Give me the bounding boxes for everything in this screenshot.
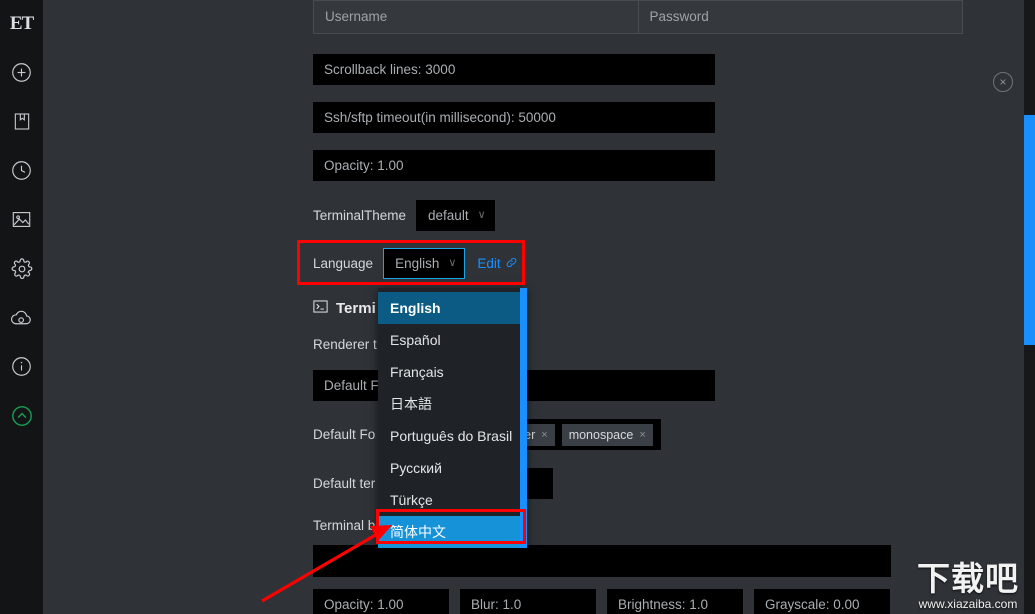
- watermark: 下载吧 www.xiazaiba.com: [904, 556, 1032, 612]
- watermark-title: 下载吧: [917, 559, 1019, 598]
- terminal-background-label: Terminal b: [313, 518, 376, 533]
- close-button[interactable]: ×: [993, 72, 1013, 92]
- terminal-section-title: Termi: [336, 300, 376, 317]
- language-option-japanese[interactable]: 日本語: [378, 388, 527, 420]
- settings-panel: Username Password Scrollback lines: 3000…: [43, 0, 1035, 614]
- terminal-theme-label: TerminalTheme: [313, 208, 407, 223]
- close-icon[interactable]: ×: [541, 424, 547, 446]
- language-option-english[interactable]: English: [378, 292, 527, 324]
- language-label: Language: [313, 256, 374, 271]
- ssh-timeout-row: Ssh/sftp timeout(in millisecond): 50000: [313, 102, 973, 133]
- language-dropdown-menu[interactable]: English Español Français 日本語 Português d…: [378, 288, 527, 548]
- bg-opacity-input[interactable]: Opacity: 1.00: [313, 589, 449, 614]
- ssh-timeout-input[interactable]: Ssh/sftp timeout(in millisecond): 50000: [313, 102, 715, 133]
- sidebar-item-new-connection[interactable]: [0, 48, 43, 97]
- sidebar-item-app-logo[interactable]: ET: [0, 0, 43, 48]
- terminal-theme-value: default: [428, 208, 469, 223]
- page-scrollbar-thumb[interactable]: [1024, 115, 1035, 345]
- language-option-francais[interactable]: Français: [378, 356, 527, 388]
- username-input[interactable]: Username: [314, 1, 639, 33]
- bookmark-icon: [12, 111, 32, 132]
- scrollback-lines-input[interactable]: Scrollback lines: 3000: [313, 54, 715, 85]
- bg-brightness-input[interactable]: Brightness: 1.0: [607, 589, 743, 614]
- image-icon: [11, 210, 32, 229]
- link-icon: [505, 256, 518, 272]
- terminal-theme-row: TerminalTheme default ∨: [313, 200, 973, 231]
- language-row: Language English ∨ Edit: [313, 248, 973, 279]
- terminal-theme-select[interactable]: default ∨: [416, 200, 495, 231]
- language-option-portugues[interactable]: Português do Brasil: [378, 420, 527, 452]
- clock-icon: [11, 160, 32, 181]
- left-sidebar: ET: [0, 0, 43, 614]
- language-option-espanol[interactable]: Español: [378, 324, 527, 356]
- console-icon: [313, 299, 328, 318]
- font-tag[interactable]: monospace ×: [561, 423, 653, 446]
- renderer-type-label: Renderer t: [313, 337, 377, 352]
- bg-grayscale-input[interactable]: Grayscale: 0.00: [754, 589, 890, 614]
- page-scrollbar-track[interactable]: [1024, 0, 1035, 614]
- scrollback-row: Scrollback lines: 3000: [313, 54, 973, 85]
- terminal-background-preview[interactable]: [313, 545, 973, 577]
- sidebar-item-upgrade[interactable]: [0, 391, 43, 440]
- gear-icon: [11, 257, 33, 280]
- language-option-turkce[interactable]: Türkçe: [378, 484, 527, 516]
- edit-language-link[interactable]: Edit: [477, 256, 517, 272]
- chevron-up-circle-icon: [11, 405, 33, 427]
- opacity-input[interactable]: Opacity: 1.00: [313, 150, 715, 181]
- password-input[interactable]: Password: [638, 1, 962, 33]
- plus-circle-icon: [11, 62, 32, 83]
- sidebar-item-about[interactable]: [0, 342, 43, 391]
- dropdown-scrollbar[interactable]: [520, 288, 527, 548]
- chevron-down-icon: ∨: [477, 209, 486, 221]
- sidebar-item-settings[interactable]: [0, 244, 43, 293]
- close-icon[interactable]: ×: [639, 424, 645, 446]
- app-window: ET Username Password Scrollback lines: 3…: [0, 0, 1035, 614]
- font-tag-label: monospace: [568, 427, 634, 442]
- default-fonts-label: Default Fo: [313, 427, 376, 442]
- edit-link-label: Edit: [477, 256, 501, 271]
- info-circle-icon: [11, 356, 32, 377]
- chevron-down-icon: ∨: [448, 257, 457, 269]
- sidebar-item-bookmarks[interactable]: [0, 97, 43, 146]
- terminal-background-input[interactable]: [313, 545, 891, 577]
- cloud-icon: [10, 309, 33, 327]
- close-icon: ×: [999, 75, 1007, 89]
- sidebar-item-history[interactable]: [0, 146, 43, 195]
- opacity-row: Opacity: 1.00: [313, 150, 973, 181]
- electerm-logo: ET: [9, 13, 34, 34]
- sidebar-item-backgrounds[interactable]: [0, 195, 43, 244]
- default-terminal-label: Default ter: [313, 476, 376, 491]
- background-adjust-row: Opacity: 1.00 Blur: 1.0 Brightness: 1.0 …: [313, 589, 973, 614]
- language-option-simplified-chinese[interactable]: 简体中文: [378, 516, 527, 548]
- language-option-russian[interactable]: Русский: [378, 452, 527, 484]
- bg-blur-input[interactable]: Blur: 1.0: [460, 589, 596, 614]
- credentials-row: Username Password: [313, 0, 973, 34]
- watermark-url: www.xiazaiba.com: [918, 597, 1018, 611]
- sidebar-item-sync[interactable]: [0, 293, 43, 342]
- language-value: English: [395, 256, 440, 271]
- language-select[interactable]: English ∨: [383, 248, 466, 279]
